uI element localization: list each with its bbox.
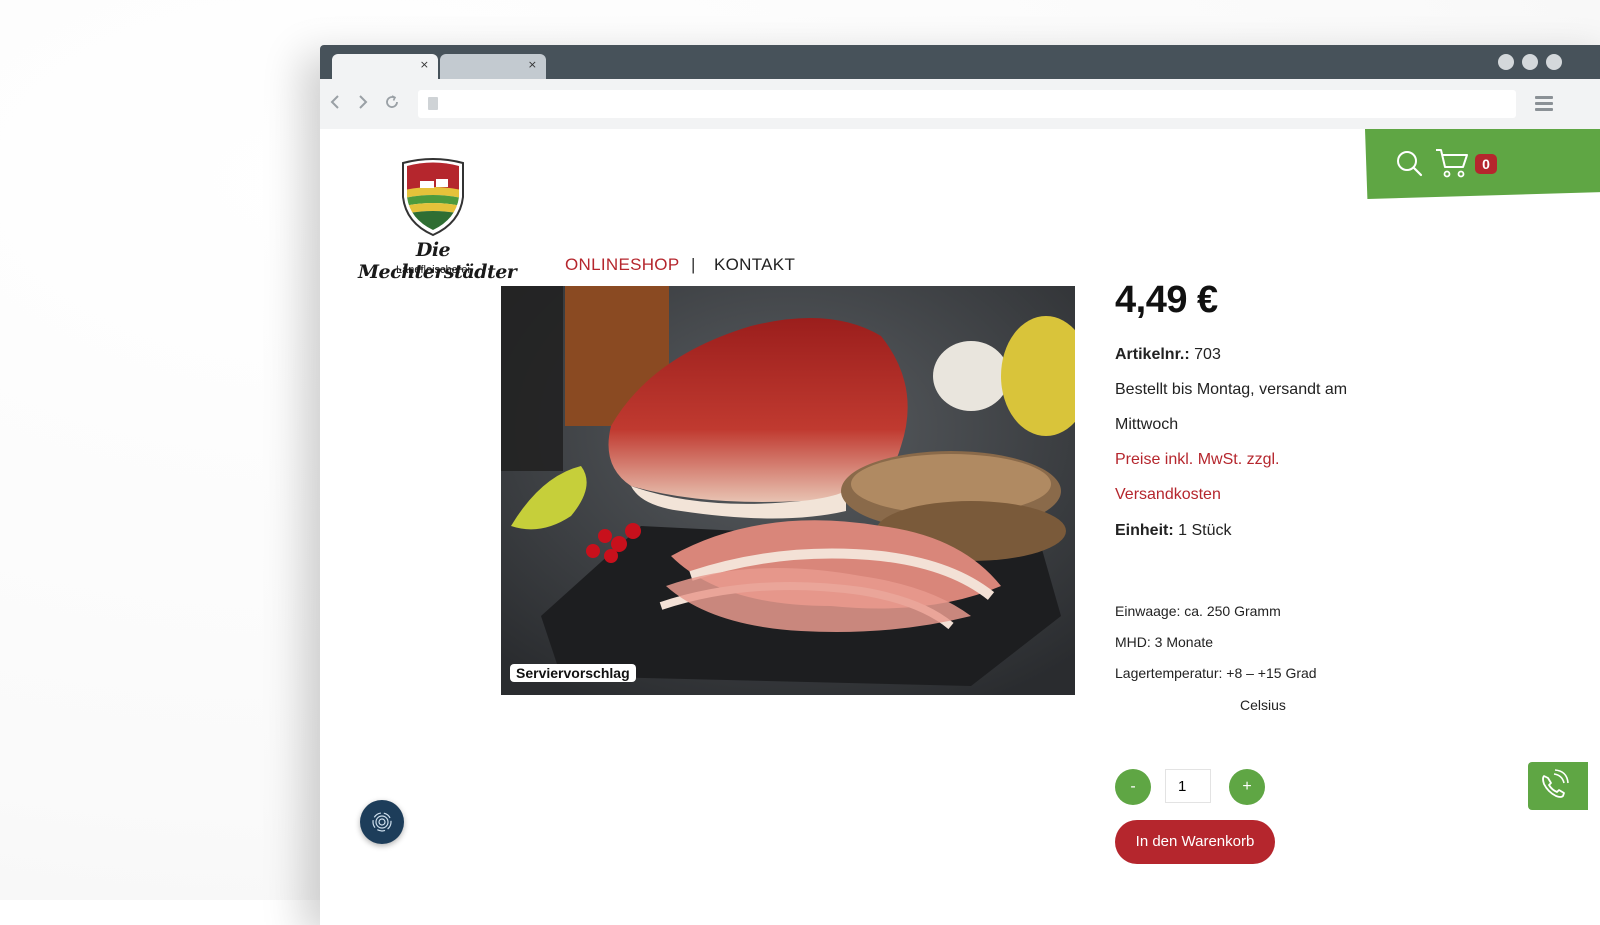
- storage-info-line2: Celsius: [1240, 697, 1286, 713]
- product-price: 4,49 €: [1115, 279, 1218, 321]
- weight-info: Einwaage: ca. 250 Gramm: [1115, 603, 1281, 619]
- quantity-decrease-button[interactable]: -: [1115, 769, 1151, 805]
- browser-tab-active[interactable]: ×: [332, 54, 438, 79]
- tab-bar: × ×: [320, 45, 1600, 79]
- cart-count-badge[interactable]: 0: [1475, 154, 1497, 174]
- add-to-cart-button[interactable]: In den Warenkorb: [1115, 820, 1275, 864]
- forward-icon[interactable]: [352, 92, 372, 112]
- phone-contact-tab[interactable]: [1528, 762, 1588, 810]
- mhd-info: MHD: 3 Monate: [1115, 634, 1214, 650]
- window-minimize-button[interactable]: [1498, 54, 1514, 70]
- quantity-input[interactable]: [1165, 769, 1211, 803]
- tab-close-icon[interactable]: ×: [420, 58, 429, 71]
- back-icon[interactable]: [326, 92, 346, 112]
- unit-value: 1 Stück: [1178, 522, 1232, 539]
- page-icon: [428, 97, 438, 110]
- nav-item-onlineshop[interactable]: ONLINESHOP: [565, 255, 679, 275]
- image-label: Serviervorschlag: [510, 664, 636, 682]
- unit-info: Einheit: 1 Stück: [1115, 522, 1231, 540]
- privacy-settings-button[interactable]: [360, 800, 404, 844]
- tab-close-icon[interactable]: ×: [528, 58, 537, 71]
- article-label: Artikelnr.:: [1115, 346, 1190, 363]
- article-number: Artikelnr.: 703: [1115, 346, 1221, 364]
- shipping-info-line2: Mittwoch: [1115, 416, 1179, 433]
- browser-toolbar: [320, 79, 1600, 129]
- ham-photo: [501, 286, 1075, 695]
- tax-link-line2[interactable]: Versandkosten: [1115, 486, 1221, 504]
- browser-menu-icon[interactable]: [1535, 96, 1553, 112]
- browser-tab-inactive[interactable]: ×: [440, 54, 546, 79]
- reload-icon[interactable]: [382, 92, 402, 112]
- tax-link-line1[interactable]: Preise inkl. MwSt. zzgl.: [1115, 451, 1279, 469]
- article-value: 703: [1194, 346, 1221, 363]
- logo[interactable]: Die Mechterstädter Landfleischerei: [358, 157, 517, 283]
- logo-subtitle: Landfleischerei: [396, 264, 470, 276]
- quantity-increase-button[interactable]: +: [1229, 769, 1265, 805]
- nav-separator: |: [691, 255, 696, 274]
- window-maximize-button[interactable]: [1522, 54, 1538, 70]
- address-bar[interactable]: [418, 90, 1516, 118]
- shield-icon: [402, 158, 464, 237]
- cart-icon[interactable]: [1435, 147, 1469, 179]
- unit-label: Einheit:: [1115, 522, 1174, 539]
- page-content: 0 Die Mechterstädter Landfleischerei ONL…: [320, 129, 1600, 925]
- product-image[interactable]: Serviervorschlag: [501, 286, 1075, 695]
- logo-name: Die Mechterstädter: [358, 239, 517, 283]
- phone-icon: [1542, 769, 1569, 798]
- nav-item-kontakt[interactable]: KONTAKT: [714, 255, 795, 275]
- search-icon[interactable]: [1395, 149, 1423, 177]
- window-close-button[interactable]: [1546, 54, 1562, 70]
- shipping-info-line1: Bestellt bis Montag, versandt am: [1115, 381, 1348, 398]
- browser-window: × × 0 Die Mechterstädter Landfleischerei…: [320, 45, 1600, 925]
- cart-panel: 0: [1365, 129, 1600, 199]
- storage-info-line1: Lagertemperatur: +8 – +15 Grad: [1115, 665, 1317, 681]
- fingerprint-icon: [372, 812, 392, 832]
